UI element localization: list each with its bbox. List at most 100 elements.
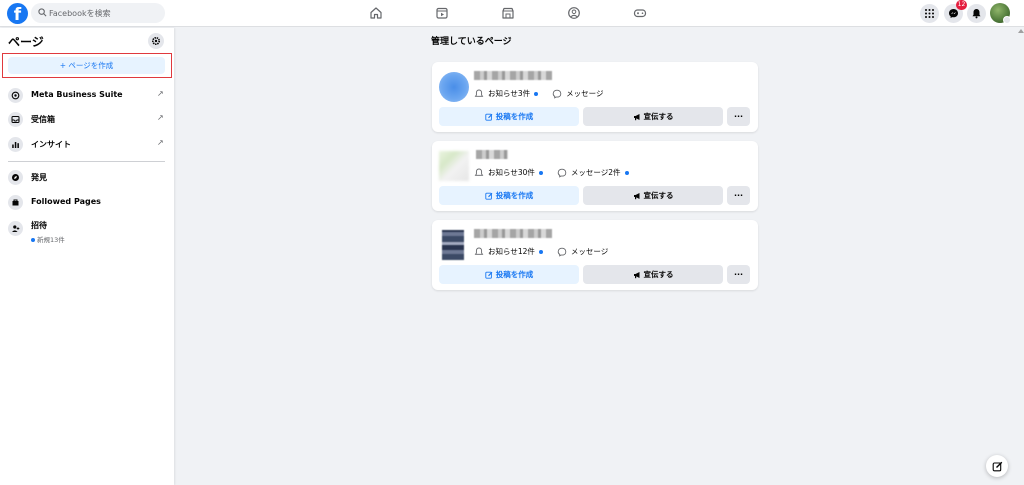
invite-count: 新規13件 xyxy=(31,234,65,244)
account-caret-icon[interactable] xyxy=(1003,16,1011,24)
messages-stat[interactable]: メッセージ xyxy=(557,246,608,257)
messages-label: メッセージ xyxy=(566,89,604,98)
groups-icon[interactable] xyxy=(567,6,581,20)
bell-outline-icon xyxy=(474,89,484,97)
messages-stat[interactable]: メッセージ xyxy=(552,88,603,99)
promote-button[interactable]: 宣伝する xyxy=(583,186,723,205)
sidebar-item-label: Followed Pages xyxy=(31,197,101,206)
sidebar-item-label: 招待 xyxy=(31,221,47,230)
home-icon[interactable] xyxy=(369,6,383,20)
edit-icon xyxy=(485,271,493,279)
megaphone-icon xyxy=(633,271,639,278)
scroll-up-arrow-icon[interactable] xyxy=(1018,29,1024,33)
create-post-label: 投稿を作成 xyxy=(495,270,534,279)
unread-dot xyxy=(538,249,543,254)
search-input[interactable] xyxy=(49,5,159,21)
megaphone-icon xyxy=(633,192,639,199)
page-name-redacted[interactable] xyxy=(476,150,508,159)
create-post-label: 投稿を作成 xyxy=(495,191,534,200)
promote-button[interactable]: 宣伝する xyxy=(583,265,723,284)
sidebar-item-label: 受信箱 xyxy=(31,115,55,124)
sidebar-item-meta-business-suite[interactable]: Meta Business Suite ↗ xyxy=(0,85,174,107)
create-post-label: 投稿を作成 xyxy=(495,112,534,121)
more-options-button[interactable]: ··· xyxy=(727,107,750,126)
messages-stat[interactable]: メッセージ2件 xyxy=(557,167,629,178)
more-options-button[interactable]: ··· xyxy=(727,186,750,205)
facebook-logo-icon[interactable]: f xyxy=(7,3,28,24)
promote-button[interactable]: 宣伝する xyxy=(583,107,723,126)
unread-dot xyxy=(624,170,629,175)
pages-sidebar: ページ + ページを作成 Meta Business Suite ↗ 受信箱 ↗… xyxy=(0,28,174,485)
page-name-redacted[interactable] xyxy=(474,229,552,238)
sidebar-item-followed-pages[interactable]: Followed Pages xyxy=(0,192,174,214)
chat-outline-icon xyxy=(557,247,567,257)
page-card: お知らせ3件 メッセージ 投稿を作成 宣伝する ··· xyxy=(432,62,758,132)
discover-icon xyxy=(8,170,23,185)
promote-label: 宣伝する xyxy=(643,191,674,200)
messages-label: メッセージ2件 xyxy=(570,168,621,177)
external-link-icon: ↗ xyxy=(157,138,164,147)
sidebar-item-inbox[interactable]: 受信箱 ↗ xyxy=(0,109,174,131)
unread-dot xyxy=(538,170,543,175)
notifications-stat[interactable]: お知らせ3件 xyxy=(474,88,539,99)
sidebar-item-label: Meta Business Suite xyxy=(31,90,123,99)
edit-icon xyxy=(485,192,493,200)
create-page-button[interactable]: + ページを作成 xyxy=(8,57,165,74)
sidebar-divider xyxy=(8,161,165,162)
meta-business-icon xyxy=(8,88,23,103)
followed-pages-icon xyxy=(8,195,23,210)
page-stats: お知らせ3件 メッセージ xyxy=(474,88,617,99)
new-message-button[interactable] xyxy=(986,455,1008,477)
sidebar-item-invites[interactable]: 招待 新規13件 xyxy=(0,217,174,247)
create-post-button[interactable]: 投稿を作成 xyxy=(439,107,579,126)
top-navigation-bar: f 12 xyxy=(0,0,1024,27)
inbox-icon xyxy=(8,112,23,127)
notifications-stat[interactable]: お知らせ12件 xyxy=(474,246,543,257)
messages-label: メッセージ xyxy=(570,247,609,256)
external-link-icon: ↗ xyxy=(157,113,164,122)
menu-grid-icon[interactable] xyxy=(920,4,939,23)
create-post-button[interactable]: 投稿を作成 xyxy=(439,186,579,205)
compose-icon xyxy=(992,461,1002,471)
edit-icon xyxy=(485,113,493,121)
page-title: 管理しているページ xyxy=(431,37,512,47)
bell-outline-icon xyxy=(474,168,484,176)
more-options-button[interactable]: ··· xyxy=(727,265,750,284)
page-avatar[interactable] xyxy=(439,72,469,102)
page-stats: お知らせ12件 メッセージ xyxy=(474,246,622,257)
page-avatar[interactable] xyxy=(439,151,469,181)
unread-dot xyxy=(31,238,35,242)
page-avatar[interactable] xyxy=(442,230,464,260)
chat-outline-icon xyxy=(557,168,567,178)
video-icon[interactable] xyxy=(435,6,449,20)
bell-outline-icon xyxy=(474,247,484,255)
notifications-label: お知らせ3件 xyxy=(488,89,531,98)
promote-label: 宣伝する xyxy=(643,270,674,279)
sidebar-title: ページ xyxy=(8,35,44,49)
page-stats: お知らせ30件 メッセージ2件 xyxy=(474,167,643,178)
megaphone-icon xyxy=(633,113,639,120)
page-card: お知らせ12件 メッセージ 投稿を作成 宣伝する ··· xyxy=(432,220,758,290)
create-post-button[interactable]: 投稿を作成 xyxy=(439,265,579,284)
invite-count-text: 新規13件 xyxy=(37,236,65,244)
marketplace-icon[interactable] xyxy=(501,6,515,20)
notifications-label: お知らせ12件 xyxy=(488,247,535,256)
scrollbar-track[interactable] xyxy=(1017,28,1024,485)
search-box[interactable] xyxy=(31,3,165,23)
messenger-badge: 12 xyxy=(956,0,967,10)
page-name-redacted[interactable] xyxy=(474,71,552,80)
sidebar-item-discover[interactable]: 発見 xyxy=(0,167,174,189)
gaming-icon[interactable] xyxy=(633,6,647,20)
external-link-icon: ↗ xyxy=(157,89,164,98)
promote-label: 宣伝する xyxy=(643,112,674,121)
sidebar-item-label: 発見 xyxy=(31,173,47,182)
sidebar-item-insights[interactable]: インサイト ↗ xyxy=(0,134,174,156)
notifications-stat[interactable]: お知らせ30件 xyxy=(474,167,543,178)
unread-dot xyxy=(534,91,539,96)
notifications-bell-icon[interactable] xyxy=(967,4,986,23)
search-icon xyxy=(38,8,47,17)
invite-icon xyxy=(8,221,23,236)
insights-icon xyxy=(8,137,23,152)
settings-gear-icon[interactable] xyxy=(148,33,164,49)
sidebar-item-label: インサイト xyxy=(31,140,71,149)
